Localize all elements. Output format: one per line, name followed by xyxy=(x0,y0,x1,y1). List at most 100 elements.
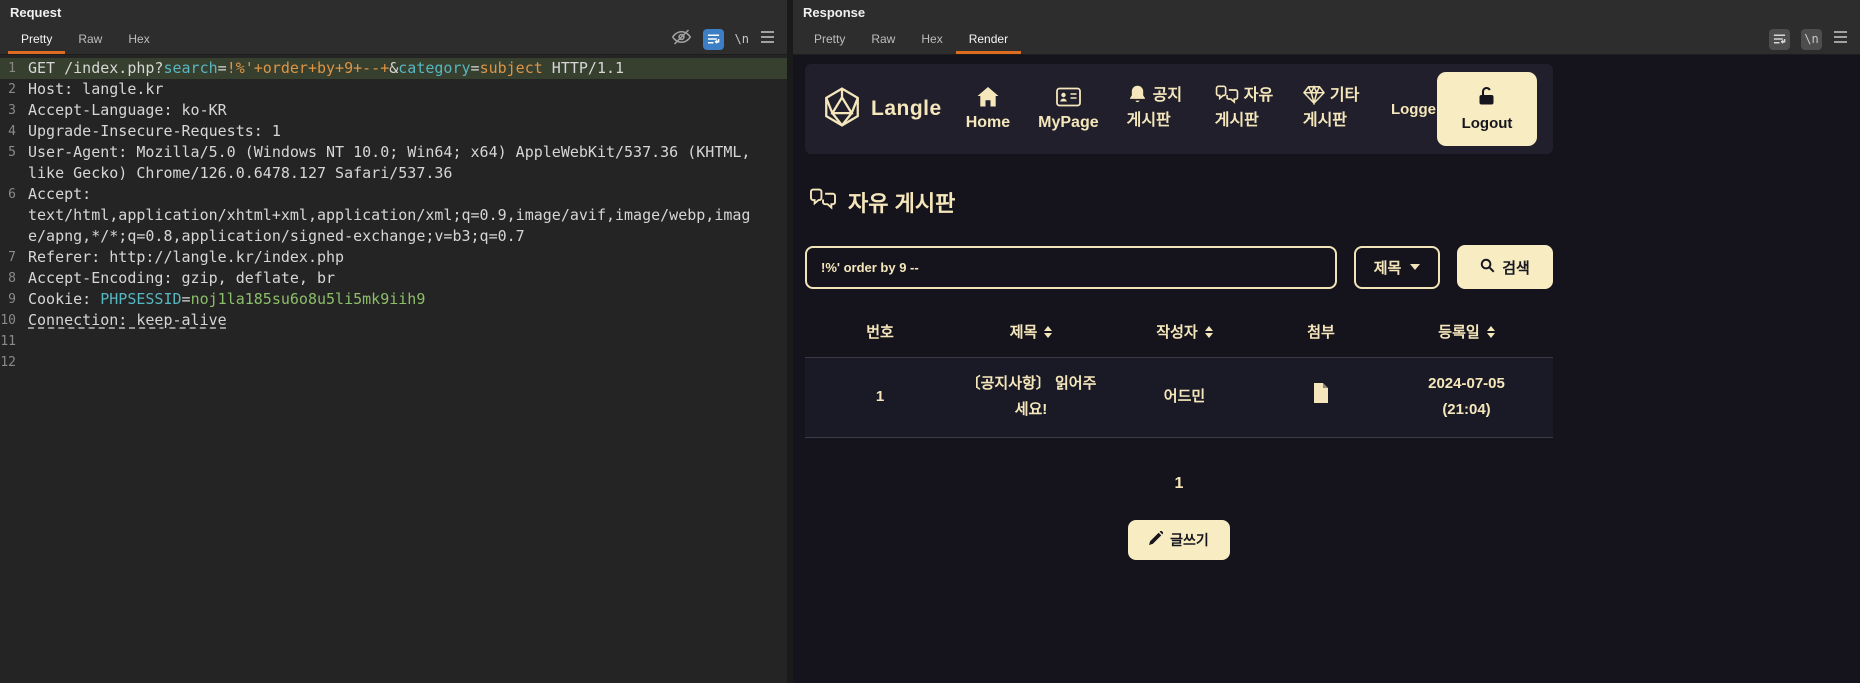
line-content: Referer: http://langle.kr/index.php xyxy=(28,248,345,266)
nav-item-label: MyPage xyxy=(1038,114,1099,131)
d20-logo-icon xyxy=(821,86,863,133)
line-number: 11 xyxy=(0,334,16,349)
line-content: Accept: text/html,application/xhtml+xml,… xyxy=(28,185,751,245)
request-tab-hex[interactable]: Hex xyxy=(115,24,162,54)
code-line[interactable]: 11 xyxy=(0,331,787,352)
newline-toggle-icon[interactable]: \n xyxy=(735,32,749,46)
code-line[interactable]: 7 Referer: http://langle.kr/index.php xyxy=(0,247,787,268)
id-card-icon xyxy=(1055,86,1082,113)
chat-bubbles-icon xyxy=(1215,85,1244,104)
code-line[interactable]: 2 Host: langle.kr xyxy=(0,79,787,100)
navbar: Langle Home MyPage 공지 게시판 자유 게시판 기타 게시판 … xyxy=(805,64,1553,154)
line-number: 10 xyxy=(0,313,16,328)
line-content: Upgrade-Insecure-Requests: 1 xyxy=(28,122,281,140)
category-selected-label: 제목 xyxy=(1373,259,1402,277)
line-content: Cookie: PHPSESSID=noj1la185su6o8u5li5mk9… xyxy=(28,290,426,308)
column-header-attachment: 첨부 xyxy=(1307,324,1335,341)
nav-item-notice-board[interactable]: 공지 게시판 xyxy=(1127,84,1201,134)
cell-date: 2024-07-05 (21:04) xyxy=(1428,375,1505,419)
line-number: 4 xyxy=(8,124,16,139)
nav-item-etc-board[interactable]: 기타 게시판 xyxy=(1302,84,1377,134)
logout-button[interactable]: Logout xyxy=(1436,72,1537,146)
wrap-lines-icon[interactable] xyxy=(702,28,724,50)
line-number: 6 xyxy=(8,187,16,202)
search-button[interactable]: 검색 xyxy=(1457,245,1553,289)
category-select[interactable]: 제목 xyxy=(1354,245,1440,289)
menu-icon[interactable] xyxy=(1833,30,1848,48)
code-line[interactable]: 4 Upgrade-Insecure-Requests: 1 xyxy=(0,121,787,142)
search-row: 제목 검색 xyxy=(805,245,1553,289)
response-panel: Response Pretty Raw Hex Render \n Langle… xyxy=(793,0,1860,683)
response-tab-render[interactable]: Render xyxy=(955,24,1022,54)
visibility-off-icon[interactable] xyxy=(671,28,692,51)
nav-item-home[interactable]: Home xyxy=(966,86,1010,132)
code-line[interactable]: 8 Accept-Encoding: gzip, deflate, br xyxy=(0,268,787,289)
nav-item-mypage[interactable]: MyPage xyxy=(1038,86,1099,132)
write-post-button[interactable]: 글쓰기 xyxy=(1128,519,1230,560)
code-line[interactable]: 5 User-Agent: Mozilla/5.0 (Windows NT 10.… xyxy=(0,142,787,184)
line-number: 2 xyxy=(8,82,16,97)
pagination: 1 xyxy=(805,475,1553,493)
line-content: Connection: keep-alive xyxy=(28,311,227,329)
line-content: User-Agent: Mozilla/5.0 (Windows NT 10.0… xyxy=(28,143,760,182)
column-header-author[interactable]: 작성자 xyxy=(1107,321,1262,342)
brand-name: Langle xyxy=(871,97,942,120)
board-heading: 자유 게시판 xyxy=(809,186,1553,218)
line-content: GET /index.php?search=!%'+order+by+9+--+… xyxy=(28,59,625,77)
pencil-icon xyxy=(1149,530,1164,548)
line-content xyxy=(28,331,787,352)
menu-icon[interactable] xyxy=(760,30,775,48)
line-content: Host: langle.kr xyxy=(28,80,164,98)
code-line[interactable]: 6 Accept: text/html,application/xhtml+xml… xyxy=(0,184,787,247)
line-number: 9 xyxy=(8,292,16,307)
response-tab-pretty[interactable]: Pretty xyxy=(801,24,858,54)
column-header-date[interactable]: 등록일 xyxy=(1380,321,1553,342)
line-number: 12 xyxy=(0,355,16,370)
request-tab-bar: Pretty Raw Hex \n xyxy=(0,24,787,55)
nav-item-free-board[interactable]: 자유 게시판 xyxy=(1215,84,1289,134)
request-tab-raw[interactable]: Raw xyxy=(65,24,115,54)
line-number: 7 xyxy=(8,250,16,265)
request-panel: Request Pretty Raw Hex \n 1 GET /index.p… xyxy=(0,0,787,683)
column-header-number: 번호 xyxy=(866,324,894,341)
code-line[interactable]: 9 Cookie: PHPSESSID=noj1la185su6o8u5li5mk… xyxy=(0,289,787,310)
wrap-lines-icon[interactable] xyxy=(1769,28,1790,50)
sort-icon xyxy=(1486,325,1495,338)
newline-toggle-icon[interactable]: \n xyxy=(1801,28,1822,50)
cell-title-link[interactable]: 〔공지사항〕 읽어주세요! xyxy=(955,371,1107,424)
cell-number: 1 xyxy=(875,388,885,406)
sort-icon xyxy=(1204,325,1213,338)
write-row: 글쓰기 xyxy=(805,519,1553,560)
chevron-down-icon xyxy=(1410,264,1421,270)
response-tab-hex[interactable]: Hex xyxy=(908,24,955,54)
request-code[interactable]: 1 GET /index.php?search=!%'+order+by+9+--… xyxy=(0,55,787,683)
rendered-page: Langle Home MyPage 공지 게시판 자유 게시판 기타 게시판 … xyxy=(805,64,1553,560)
brand[interactable]: Langle xyxy=(821,86,942,133)
bell-icon xyxy=(1127,85,1153,104)
search-input[interactable] xyxy=(805,245,1337,289)
line-number: 3 xyxy=(8,103,16,118)
nav-item-label: Home xyxy=(965,114,1011,131)
file-icon xyxy=(1262,382,1380,412)
table-row: 1 〔공지사항〕 읽어주세요! 어드민 2024-07-05 (21:04) xyxy=(805,357,1553,438)
column-header-title[interactable]: 제목 xyxy=(955,321,1107,342)
line-number: 5 xyxy=(8,145,16,160)
line-content xyxy=(28,352,787,373)
line-number: 1 xyxy=(8,61,16,76)
search-icon xyxy=(1480,258,1495,277)
code-line[interactable]: 1 GET /index.php?search=!%'+order+by+9+--… xyxy=(0,58,787,79)
page-number[interactable]: 1 xyxy=(1175,475,1184,492)
code-line[interactable]: 12 xyxy=(0,352,787,373)
write-button-label: 글쓰기 xyxy=(1170,531,1209,548)
table-header-row: 번호 제목 작성자 첨부 등록일 xyxy=(805,321,1553,342)
code-line[interactable]: 10 Connection: keep-alive xyxy=(0,310,787,331)
cell-author: 어드민 xyxy=(1163,388,1206,406)
code-line[interactable]: 3 Accept-Language: ko-KR xyxy=(0,100,787,121)
response-panel-title: Response xyxy=(793,0,1860,24)
line-content: Accept-Encoding: gzip, deflate, br xyxy=(28,269,336,287)
response-icon-tray: \n xyxy=(1769,24,1852,54)
chat-bubbles-icon xyxy=(809,188,837,217)
request-panel-title: Request xyxy=(0,0,787,24)
response-tab-raw[interactable]: Raw xyxy=(858,24,908,54)
request-tab-pretty[interactable]: Pretty xyxy=(8,24,66,54)
